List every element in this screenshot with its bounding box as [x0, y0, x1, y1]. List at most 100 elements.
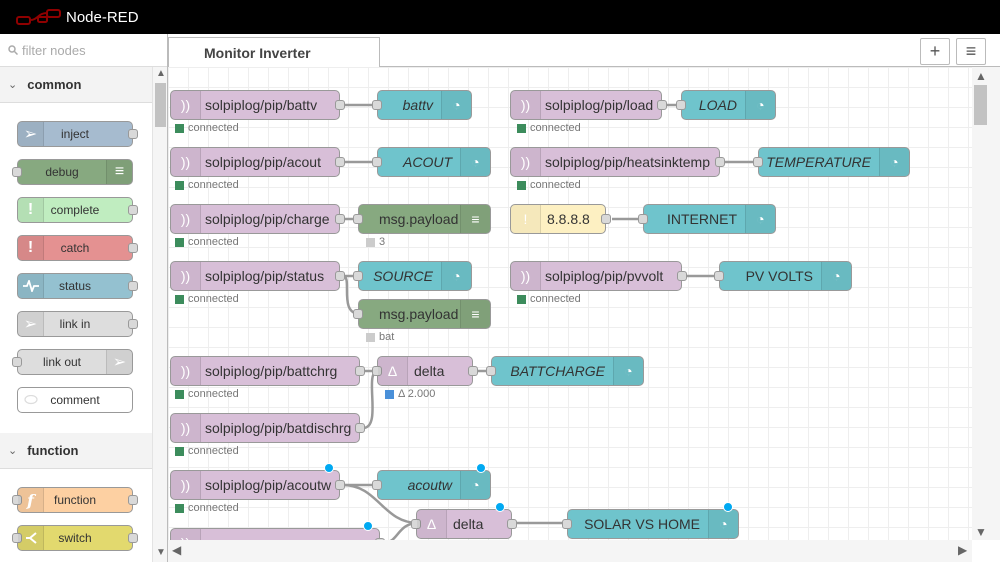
- scroll-down-icon[interactable]: ▼: [156, 547, 166, 558]
- input-port[interactable]: [353, 271, 363, 281]
- output-port[interactable]: [335, 271, 345, 281]
- gauge-node[interactable]: SOLAR VS HOME ◔: [562, 509, 739, 539]
- status-dot-icon: [175, 503, 184, 513]
- delta-node[interactable]: Δ delta: [372, 356, 478, 386]
- delta-icon: Δ: [417, 510, 447, 538]
- output-port[interactable]: [468, 366, 478, 376]
- output-port[interactable]: [128, 495, 138, 505]
- input-port[interactable]: [486, 366, 496, 376]
- gauge-node[interactable]: battv ◔: [372, 90, 472, 120]
- delta-node[interactable]: Δ delta: [411, 509, 517, 539]
- input-port[interactable]: [372, 100, 382, 110]
- gauge-node[interactable]: LOAD ◔: [676, 90, 776, 120]
- palette-category-function[interactable]: ⌄ function: [0, 433, 152, 469]
- status-dot-icon: [366, 237, 375, 247]
- input-port[interactable]: [753, 157, 763, 167]
- palette-scrollbar[interactable]: ▲ ▼: [152, 67, 167, 562]
- palette-category-common[interactable]: ⌄ common: [0, 67, 152, 103]
- scroll-right-icon[interactable]: ▶: [958, 543, 967, 557]
- input-port[interactable]: [562, 519, 572, 529]
- node-status: connected: [517, 179, 581, 191]
- palette-node-status[interactable]: status: [17, 273, 138, 299]
- gauge-icon: ◔: [708, 510, 738, 538]
- input-port[interactable]: [372, 480, 382, 490]
- mqtt-in-node[interactable]: )) solpiplog/pip/acoutw: [170, 470, 345, 500]
- mqtt-in-node[interactable]: )) solpiplog/pip/status: [170, 261, 345, 291]
- mqtt-in-node[interactable]: )): [170, 528, 385, 540]
- gauge-node[interactable]: SOURCE ◔: [353, 261, 472, 291]
- canvas-vertical-scrollbar[interactable]: ▲ ▼: [972, 67, 1000, 540]
- flow-canvas[interactable]: )) solpiplog/pip/battv connected battv ◔…: [168, 67, 972, 540]
- gauge-icon: ◔: [441, 262, 471, 290]
- palette-node-switch[interactable]: switch: [12, 525, 138, 551]
- scroll-up-icon[interactable]: ▲: [156, 68, 166, 79]
- scroll-up-icon[interactable]: ▲: [975, 69, 987, 83]
- palette-filter-input[interactable]: filter nodes: [0, 34, 167, 67]
- palette-node-complete[interactable]: ! complete: [17, 197, 138, 223]
- gauge-node[interactable]: ACOUT ◔: [372, 147, 491, 177]
- input-port[interactable]: [714, 271, 724, 281]
- output-port[interactable]: [128, 533, 138, 543]
- palette-node-catch[interactable]: ! catch: [17, 235, 138, 261]
- mqtt-in-node[interactable]: )) solpiplog/pip/load: [510, 90, 667, 120]
- palette-node-link-out[interactable]: link out ➢: [12, 349, 133, 375]
- canvas-horizontal-scrollbar[interactable]: ◀ ▶: [168, 540, 972, 562]
- radio-waves-icon: )): [511, 148, 541, 176]
- mqtt-in-node[interactable]: )) solpiplog/pip/heatsinktemp: [510, 147, 725, 177]
- output-port[interactable]: [128, 243, 138, 253]
- gauge-node[interactable]: INTERNET ◔: [638, 204, 776, 234]
- mqtt-in-node[interactable]: )) solpiplog/pip/charge: [170, 204, 345, 234]
- debug-node[interactable]: msg.payload ≡: [353, 299, 491, 329]
- status-dot-icon: [175, 294, 184, 304]
- output-port[interactable]: [601, 214, 611, 224]
- palette-node-function[interactable]: f function: [12, 487, 138, 513]
- output-port[interactable]: [335, 214, 345, 224]
- list-flows-button[interactable]: ≡: [956, 38, 986, 65]
- scrollbar-thumb[interactable]: [974, 85, 987, 125]
- gauge-node[interactable]: PV VOLTS ◔: [714, 261, 852, 291]
- output-port[interactable]: [335, 157, 345, 167]
- gauge-node[interactable]: BATTCHARGE ◔: [486, 356, 644, 386]
- mqtt-in-node[interactable]: )) solpiplog/pip/battv: [170, 90, 345, 120]
- node-status: connected: [175, 388, 239, 400]
- output-port[interactable]: [128, 281, 138, 291]
- mqtt-in-node[interactable]: )) solpiplog/pip/acout: [170, 147, 345, 177]
- output-port[interactable]: [335, 100, 345, 110]
- gauge-node[interactable]: TEMPERATURE ◔: [753, 147, 910, 177]
- palette-node-debug[interactable]: debug ≡: [12, 159, 133, 185]
- input-port[interactable]: [638, 214, 648, 224]
- input-port[interactable]: [353, 309, 363, 319]
- debug-list-icon: ≡: [460, 300, 490, 328]
- radio-waves-icon: )): [171, 414, 201, 442]
- output-port[interactable]: [657, 100, 667, 110]
- output-port[interactable]: [128, 129, 138, 139]
- output-port[interactable]: [335, 480, 345, 490]
- radio-waves-icon: )): [511, 262, 541, 290]
- scroll-down-icon[interactable]: ▼: [975, 525, 987, 539]
- gauge-node[interactable]: acoutw ◔: [372, 470, 491, 500]
- output-port[interactable]: [715, 157, 725, 167]
- input-port[interactable]: [372, 157, 382, 167]
- mqtt-in-node[interactable]: )) solpiplog/pip/pvvolt: [510, 261, 687, 291]
- palette-node-inject[interactable]: ➢ inject: [17, 121, 138, 147]
- output-port[interactable]: [128, 319, 138, 329]
- ping-node[interactable]: ! 8.8.8.8: [510, 204, 611, 234]
- mqtt-in-node[interactable]: )) solpiplog/pip/batdischrg: [170, 413, 365, 443]
- scroll-left-icon[interactable]: ◀: [172, 543, 181, 557]
- chevron-down-icon: ⌄: [8, 79, 18, 91]
- mqtt-in-node[interactable]: )) solpiplog/pip/battchrg: [170, 356, 365, 386]
- palette-node-link-in[interactable]: ➢ link in: [17, 311, 138, 337]
- output-port[interactable]: [677, 271, 687, 281]
- gauge-icon: ◔: [745, 91, 775, 119]
- output-port[interactable]: [355, 423, 365, 433]
- input-port[interactable]: [676, 100, 686, 110]
- output-port[interactable]: [355, 366, 365, 376]
- output-port[interactable]: [507, 519, 517, 529]
- tab-monitor-inverter[interactable]: Monitor Inverter: [168, 37, 380, 68]
- output-port[interactable]: [128, 205, 138, 215]
- palette-node-comment[interactable]: comment: [17, 387, 133, 413]
- input-port[interactable]: [353, 214, 363, 224]
- add-flow-button[interactable]: +: [920, 38, 950, 65]
- scrollbar-thumb[interactable]: [155, 83, 166, 127]
- debug-node[interactable]: msg.payload ≡: [353, 204, 491, 234]
